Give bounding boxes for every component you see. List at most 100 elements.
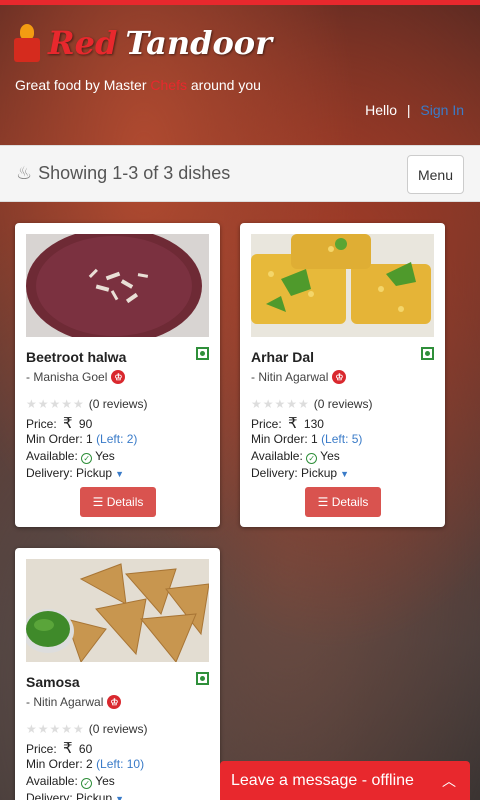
rupee-icon: ₹ xyxy=(288,415,298,432)
dish-card: Arhar Dal - Nitin Agarwal ♔ ★★★★★ (0 rev… xyxy=(240,223,445,527)
chef-name-text[interactable]: - Nitin Agarwal xyxy=(251,370,328,384)
veg-indicator-icon xyxy=(196,347,209,360)
reviews-count[interactable]: (0 reviews) xyxy=(89,722,148,736)
price-value: 60 xyxy=(78,742,93,756)
tagline-after: around you xyxy=(186,77,261,93)
dish-name[interactable]: Samosa xyxy=(26,674,80,690)
min-order-label: Min Order: xyxy=(26,432,83,446)
min-order-value: 1 xyxy=(86,432,93,446)
chef-name: - Nitin Agarwal ♔ xyxy=(251,370,347,384)
left-count: (Left: 2) xyxy=(96,432,138,446)
sign-in-link[interactable]: Sign In xyxy=(420,102,464,118)
available-label: Available: xyxy=(26,774,78,788)
check-circle-icon: ✓ xyxy=(81,453,93,464)
chef-badge-icon: ♔ xyxy=(332,370,347,384)
min-order-label: Min Order: xyxy=(251,432,308,446)
delivery-row: Delivery: Pickup ▼ xyxy=(26,466,124,480)
chef-name: - Nitin Agarwal ♔ xyxy=(26,695,122,709)
min-order-row: Min Order: 2 (Left: 10) xyxy=(26,757,144,771)
list-icon: ☰ xyxy=(92,495,107,509)
dish-photo-arhar-dal[interactable] xyxy=(251,234,434,337)
veg-indicator-icon xyxy=(196,672,209,685)
check-circle-icon: ✓ xyxy=(306,453,318,464)
dish-photo-beetroot-halwa[interactable] xyxy=(26,234,209,337)
star-rating-icon: ★★★★★ xyxy=(26,397,85,411)
rating: ★★★★★ (0 reviews) xyxy=(26,722,147,736)
dish-card: Beetroot halwa - Manisha Goel ♔ ★★★★★ (0… xyxy=(15,223,220,527)
details-button-label: Details xyxy=(106,495,144,509)
brand-logo[interactable]: Red Tandoor xyxy=(14,24,272,62)
chef-name-text[interactable]: - Nitin Agarwal xyxy=(26,695,103,709)
star-rating-icon: ★★★★★ xyxy=(26,722,85,736)
rating: ★★★★★ (0 reviews) xyxy=(251,397,372,411)
brand-word-tandoor: Tandoor xyxy=(125,24,272,62)
details-button[interactable]: ☰ Details xyxy=(305,487,381,517)
delivery-label: Delivery: xyxy=(26,791,73,800)
tagline-before: Great food by Master xyxy=(15,77,151,93)
brand-word-red: Red xyxy=(48,24,118,62)
details-button-label: Details xyxy=(331,495,369,509)
available-value: Yes xyxy=(95,774,115,788)
chef-name: - Manisha Goel ♔ xyxy=(26,370,126,384)
dish-card: Samosa - Nitin Agarwal ♔ ★★★★★ (0 review… xyxy=(15,548,220,800)
rupee-icon: ₹ xyxy=(63,415,73,432)
results-count-text: Showing 1-3 of 3 dishes xyxy=(38,163,231,183)
available-row: Available: ✓ Yes xyxy=(26,449,115,464)
price-label: Price: xyxy=(26,742,57,756)
delivery-dropdown[interactable]: Pickup ▼ xyxy=(76,791,124,800)
delivery-dropdown[interactable]: Pickup ▼ xyxy=(301,466,349,480)
price-value: 130 xyxy=(303,417,324,431)
caret-down-icon: ▼ xyxy=(115,469,124,479)
caret-down-icon: ▼ xyxy=(340,469,349,479)
rupee-icon: ₹ xyxy=(63,740,73,757)
chat-widget[interactable]: Leave a message - offline ︿ xyxy=(220,761,470,800)
userbar-separator: | xyxy=(406,102,411,118)
reviews-count[interactable]: (0 reviews) xyxy=(89,397,148,411)
delivery-dropdown[interactable]: Pickup ▼ xyxy=(76,466,124,480)
chef-name-text[interactable]: - Manisha Goel xyxy=(26,370,107,384)
dish-steam-icon: ♨ xyxy=(16,163,33,183)
delivery-value: Pickup xyxy=(301,466,338,480)
min-order-row: Min Order: 1 (Left: 5) xyxy=(251,432,362,446)
chef-badge-icon: ♔ xyxy=(111,370,126,384)
dish-photo-samosa[interactable] xyxy=(26,559,209,662)
price-row: Price: ₹ 90 xyxy=(26,414,92,432)
dish-name[interactable]: Beetroot halwa xyxy=(26,349,126,365)
delivery-value: Pickup xyxy=(76,791,113,800)
tagline: Great food by Master Chefs around you xyxy=(15,77,261,93)
tagline-highlight: Chefs xyxy=(150,77,187,93)
available-value: Yes xyxy=(95,449,115,463)
delivery-label: Delivery: xyxy=(251,466,298,480)
results-count: ♨ Showing 1-3 of 3 dishes xyxy=(16,163,230,184)
results-bar: ♨ Showing 1-3 of 3 dishes Menu xyxy=(0,145,480,202)
left-count: (Left: 10) xyxy=(96,757,145,771)
reviews-count[interactable]: (0 reviews) xyxy=(314,397,373,411)
delivery-value: Pickup xyxy=(76,466,113,480)
tandoor-logo-icon xyxy=(14,24,40,62)
price-label: Price: xyxy=(251,417,282,431)
chef-badge-icon: ♔ xyxy=(107,695,122,709)
menu-button[interactable]: Menu xyxy=(407,155,464,194)
price-row: Price: ₹ 60 xyxy=(26,739,92,757)
dish-name[interactable]: Arhar Dal xyxy=(251,349,314,365)
caret-down-icon: ▼ xyxy=(115,794,124,800)
price-row: Price: ₹ 130 xyxy=(251,414,324,432)
available-value: Yes xyxy=(320,449,340,463)
min-order-label: Min Order: xyxy=(26,757,83,771)
price-label: Price: xyxy=(26,417,57,431)
delivery-label: Delivery: xyxy=(26,466,73,480)
delivery-row: Delivery: Pickup ▼ xyxy=(251,466,349,480)
hello-text: Hello xyxy=(365,102,397,118)
chevron-up-icon[interactable]: ︿ xyxy=(442,771,456,791)
chat-label: Leave a message - offline xyxy=(231,771,414,789)
price-value: 90 xyxy=(78,417,93,431)
details-button[interactable]: ☰ Details xyxy=(80,487,156,517)
list-icon: ☰ xyxy=(317,495,332,509)
check-circle-icon: ✓ xyxy=(81,778,93,789)
min-order-value: 2 xyxy=(86,757,93,771)
available-row: Available: ✓ Yes xyxy=(251,449,340,464)
available-label: Available: xyxy=(251,449,303,463)
delivery-row: Delivery: Pickup ▼ xyxy=(26,791,124,800)
star-rating-icon: ★★★★★ xyxy=(251,397,310,411)
left-count: (Left: 5) xyxy=(321,432,363,446)
